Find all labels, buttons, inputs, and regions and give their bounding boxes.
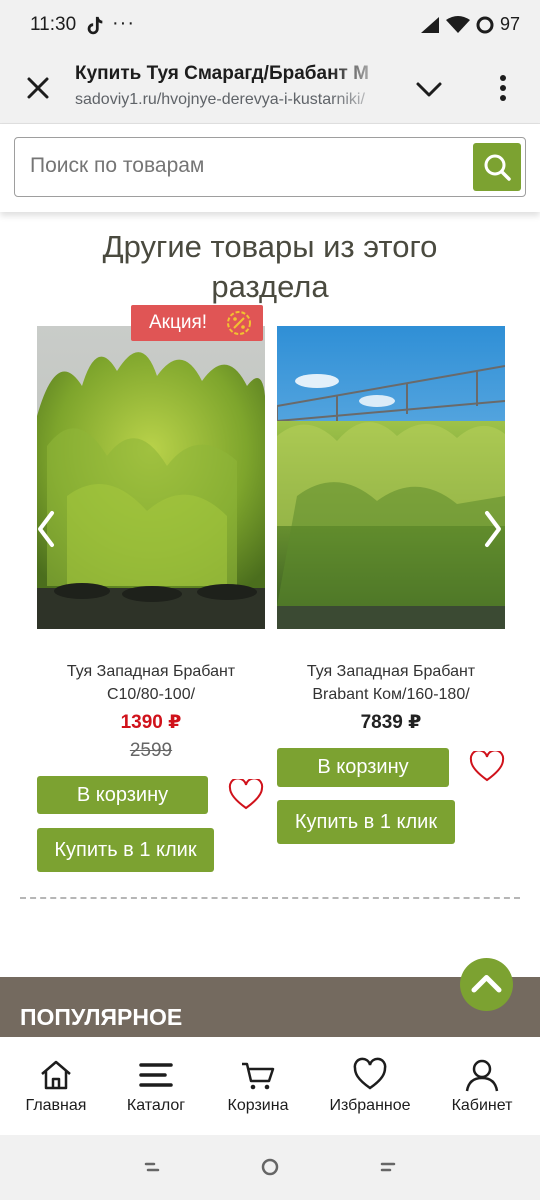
nav-item-home[interactable]: Главная	[20, 1037, 92, 1135]
product-old-price: 2599	[129, 740, 173, 761]
menu-icon	[139, 1063, 173, 1087]
signal-icon	[420, 16, 439, 33]
product-name[interactable]: Туя Западная Брабант Brabant Ком/160-180…	[277, 660, 505, 706]
battery-icon	[476, 16, 494, 33]
nav-label: Каталог	[126, 1097, 186, 1114]
close-icon[interactable]	[24, 74, 52, 102]
scroll-to-top-button[interactable]	[460, 958, 513, 1011]
heart-icon	[353, 1057, 387, 1090]
user-icon	[465, 1059, 499, 1092]
promo-badge: Акция!	[131, 305, 263, 341]
product-price: 7839 ₽	[360, 712, 422, 733]
nav-item-cart[interactable]: Корзина	[220, 1037, 296, 1135]
back-icon[interactable]	[376, 1157, 400, 1177]
browser-toolbar: Купить Туя Смарагд/Брабант М sadoviy1.ru…	[0, 54, 540, 124]
chevron-down-icon[interactable]	[412, 74, 446, 104]
search-input[interactable]	[30, 154, 450, 178]
favorite-icon[interactable]	[469, 751, 505, 783]
nav-item-catalog[interactable]: Каталог	[118, 1037, 194, 1135]
nav-item-account[interactable]: Кабинет	[446, 1037, 518, 1135]
add-to-cart-button[interactable]: В корзину	[277, 748, 449, 787]
nav-item-favorites[interactable]: Избранное	[324, 1037, 416, 1135]
search-icon	[484, 154, 511, 181]
popular-section-title: ПОПУЛЯРНОЕ	[20, 1004, 183, 1030]
home-button-icon[interactable]	[258, 1155, 282, 1179]
divider	[20, 897, 520, 899]
nav-label: Главная	[25, 1097, 87, 1114]
search-bar	[0, 124, 540, 212]
promo-badge-label: Акция!	[149, 312, 208, 333]
discount-icon	[227, 311, 251, 335]
buy-one-click-button[interactable]: Купить в 1 клик	[37, 828, 214, 872]
cart-icon	[242, 1062, 275, 1090]
nav-label: Кабинет	[451, 1097, 513, 1114]
status-time: 11:30	[30, 14, 77, 35]
nav-label: Корзина	[227, 1097, 289, 1114]
favorite-icon[interactable]	[228, 779, 264, 811]
section-heading: Другие товары из этого раздела	[102, 229, 438, 304]
add-to-cart-button[interactable]: В корзину	[37, 776, 208, 814]
carousel-next-icon[interactable]	[481, 509, 505, 549]
home-icon	[41, 1060, 71, 1090]
tiktok-icon	[87, 16, 103, 35]
battery-level: 97	[499, 14, 520, 34]
nav-label: Избранное	[329, 1097, 411, 1114]
search-box	[14, 137, 526, 197]
product-image[interactable]	[37, 326, 265, 629]
recent-apps-icon[interactable]	[140, 1157, 164, 1177]
thuja-photo	[37, 326, 265, 629]
bottom-navigation: Главная Каталог Корзина Избранное Кабине…	[0, 1037, 540, 1135]
wifi-icon	[445, 15, 470, 33]
thuja-photo	[277, 326, 505, 629]
more-notifications-icon: ···	[112, 12, 135, 34]
search-button[interactable]	[473, 143, 521, 191]
buy-one-click-button[interactable]: Купить в 1 клик	[277, 800, 455, 844]
product-price: 1390 ₽	[120, 712, 182, 733]
chevron-up-icon	[471, 975, 502, 993]
more-vert-icon[interactable]	[492, 70, 514, 106]
system-navigation-bar	[0, 1135, 540, 1200]
product-image[interactable]	[277, 326, 505, 629]
carousel-prev-icon[interactable]	[34, 509, 58, 549]
title-fade	[330, 54, 390, 122]
status-indicators: 97	[420, 14, 520, 35]
product-name[interactable]: Туя Западная Брабант С10/80-100/	[37, 660, 265, 706]
status-bar: 11:30 ··· 97	[0, 0, 540, 54]
